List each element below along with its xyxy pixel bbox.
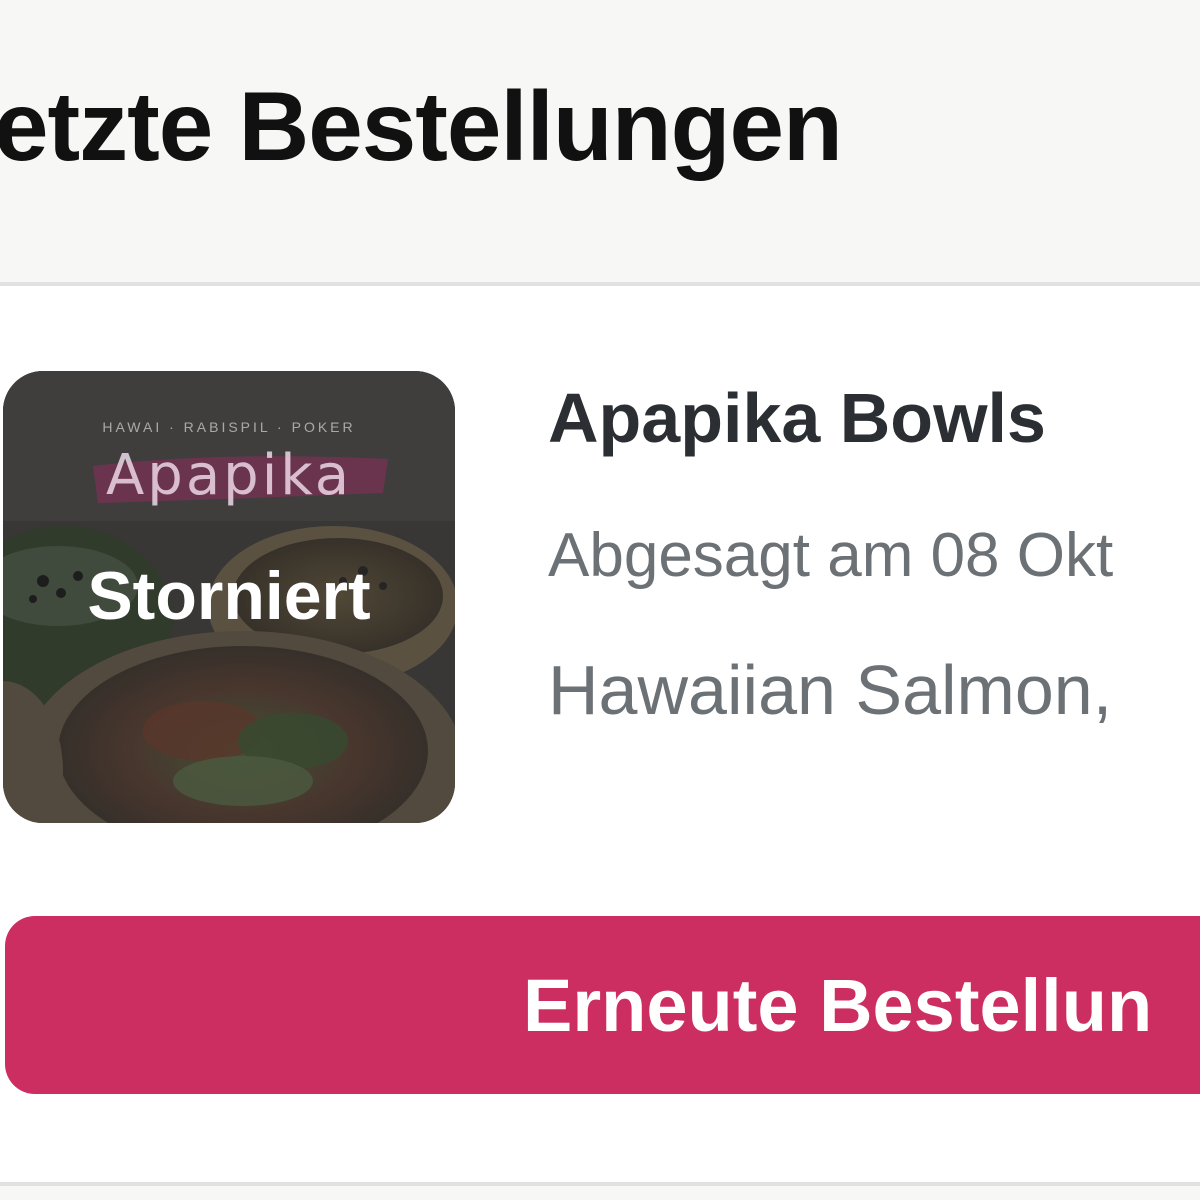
reorder-button-label: Erneute Bestellun — [523, 963, 1153, 1047]
restaurant-thumbnail[interactable]: HAWAI · RABISPIL · POKER Apapika Stornie… — [3, 371, 455, 823]
restaurant-name[interactable]: Apapika Bowls — [548, 378, 1046, 458]
reorder-button[interactable]: Erneute Bestellun — [5, 916, 1200, 1094]
order-status-date: Abgesagt am 08 Okt — [548, 521, 1114, 590]
brand-logo-text: Apapika — [105, 443, 353, 508]
order-card[interactable]: HAWAI · RABISPIL · POKER Apapika Stornie… — [0, 286, 1200, 1182]
brand-tagline: HAWAI · RABISPIL · POKER — [102, 419, 356, 435]
section-header: etzte Bestellungen — [0, 0, 1200, 282]
status-badge: Storniert — [87, 558, 371, 634]
section-title: etzte Bestellungen — [0, 71, 843, 181]
next-section-background — [0, 1186, 1200, 1200]
order-items-summary: Hawaiian Salmon, — [548, 651, 1113, 729]
